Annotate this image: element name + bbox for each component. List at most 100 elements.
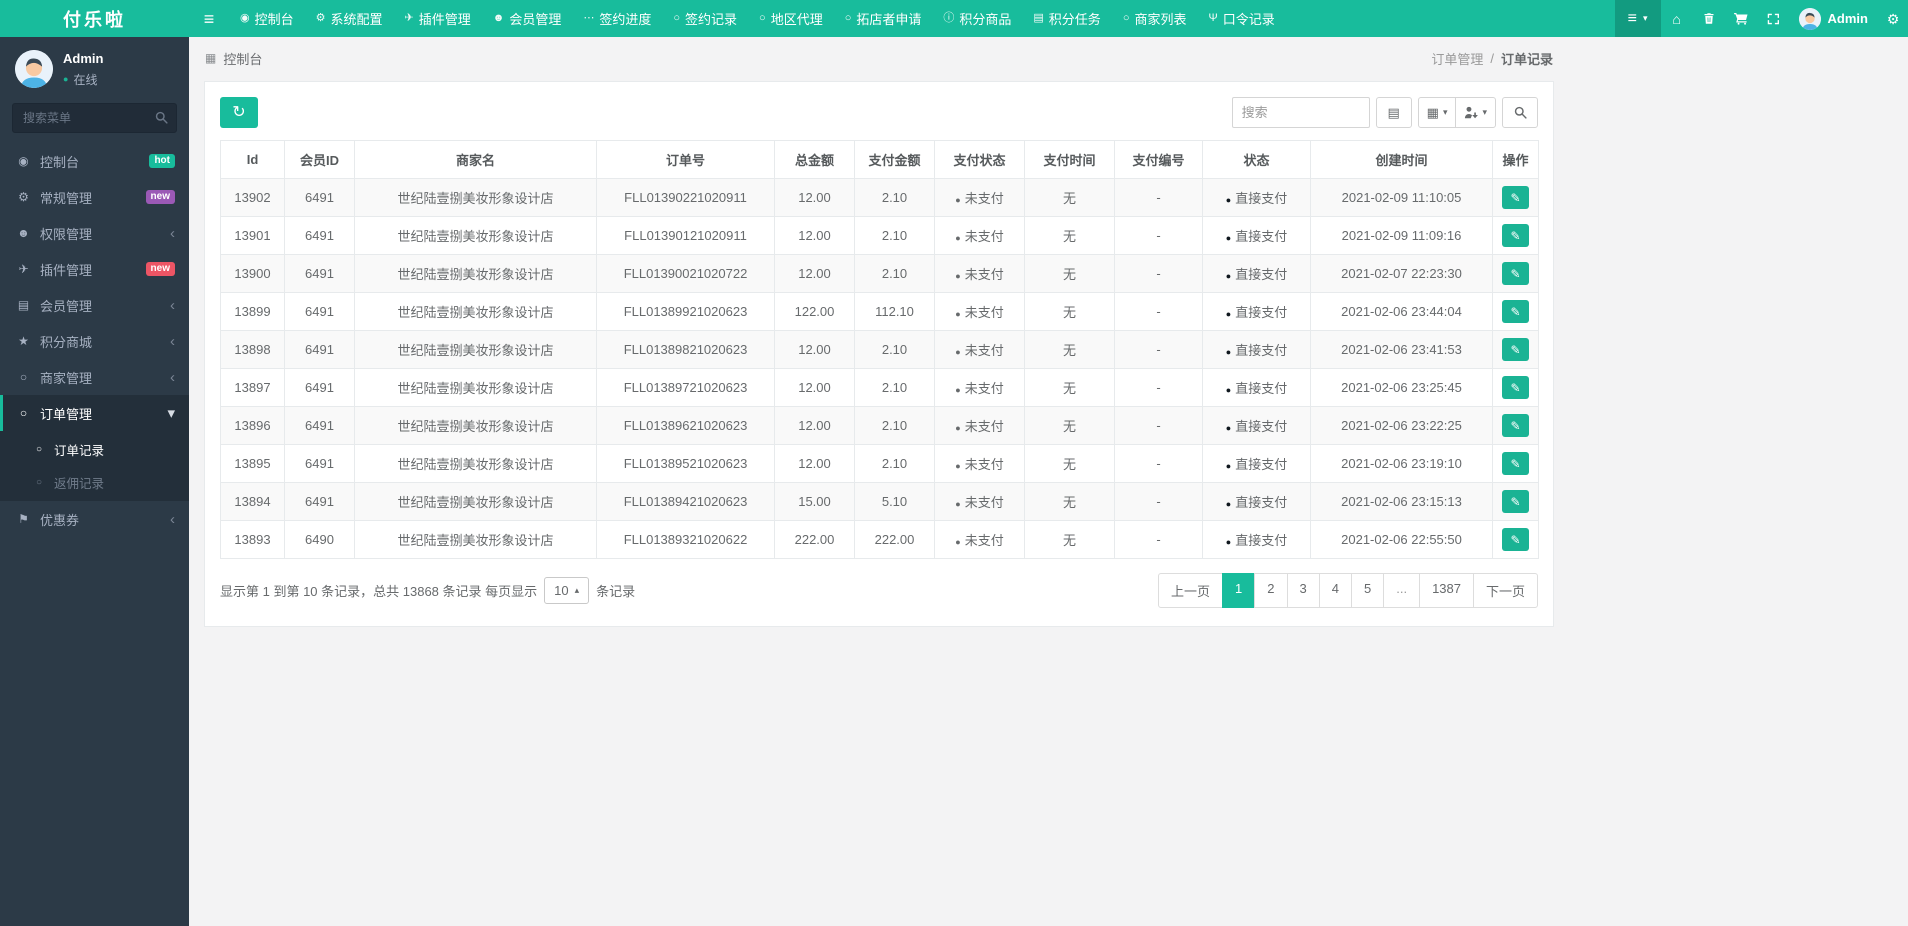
merchant-cell: 世纪陆壹捌美妆形象设计店: [354, 482, 597, 521]
table-row: 13902 6491 世纪陆壹捌美妆形象设计店 FLL01390221020911 12…: [220, 178, 1539, 217]
topnav-item[interactable]: ✈ 插件管理: [394, 0, 482, 37]
page-button[interactable]: 1: [1222, 573, 1256, 608]
toggle-view-button[interactable]: ▤: [1375, 97, 1412, 128]
status-cell: ● 直接支付: [1202, 444, 1311, 483]
table-footer: 显示第 1 到第 10 条记录，总共 13868 条记录 每页显示 10 ▴ 条…: [220, 573, 1538, 608]
page-button[interactable]: 4: [1318, 573, 1352, 608]
orders-table: Id 会员ID 商家名 订单号 总金额 支付金额 支付状态 支付时间 支付编号 状态 创建时间 操作 …: [220, 140, 1539, 559]
toolbar: ↻ ▤ ▦ ▾ ▾: [220, 97, 1538, 128]
home-button[interactable]: ⌂: [1661, 0, 1693, 37]
trash-icon: [1703, 12, 1715, 25]
edit-button[interactable]: ✎: [1502, 528, 1529, 551]
pay-no-cell: -: [1114, 406, 1203, 445]
settings-button[interactable]: ⚙: [1878, 0, 1908, 37]
created-cell: 2021-02-06 23:19:10: [1310, 444, 1493, 483]
topnav-item[interactable]: ○ 拓店者申请: [834, 0, 933, 37]
status-dot-icon: ●: [955, 461, 961, 471]
gear-icon: ⚙: [315, 12, 326, 24]
status-dot-icon: ●: [1225, 347, 1232, 357]
sidebar-item[interactable]: ⚑ 优惠券 ‹: [0, 501, 189, 537]
sidebar-item[interactable]: ☻ 权限管理 ‹: [0, 215, 189, 251]
edit-button[interactable]: ✎: [1502, 338, 1529, 361]
total-cell: 122.00: [774, 292, 855, 331]
summary-suffix: 条记录: [596, 584, 636, 599]
edit-button[interactable]: ✎: [1502, 452, 1529, 475]
member-id-cell: 6491: [284, 178, 355, 217]
edit-button[interactable]: ✎: [1502, 414, 1529, 437]
edit-button[interactable]: ✎: [1502, 224, 1529, 247]
sidebar-item[interactable]: ○ 商家管理 ‹: [0, 359, 189, 395]
topnav-item[interactable]: ▤ 积分任务: [1022, 0, 1111, 37]
pay-status-label: 未支付: [964, 495, 1004, 510]
sidebar-item[interactable]: ○ 订单管理 ▾: [0, 395, 189, 431]
columns-button[interactable]: ▦ ▾: [1417, 97, 1457, 128]
topnav-item[interactable]: ◉ 控制台: [229, 0, 305, 37]
next-page-button[interactable]: 下一页: [1472, 573, 1538, 608]
sidebar-item[interactable]: ★ 积分商城 ‹: [0, 323, 189, 359]
sidebar-search-input[interactable]: [12, 103, 177, 133]
topnav-item[interactable]: ⓘ 积分商品: [932, 0, 1022, 37]
status-dot-icon: ●: [955, 233, 961, 243]
sidebar-item[interactable]: ◉ 控制台 hot: [0, 143, 189, 179]
pay-status-cell: ● 未支付: [934, 444, 1025, 483]
topnav-item[interactable]: ⋯ 签约进度: [572, 0, 662, 37]
profile-status: ● 在线: [63, 71, 103, 88]
status-label: 直接支付: [1235, 267, 1288, 282]
status-dot-icon: ●: [1225, 461, 1232, 471]
topnav-item[interactable]: Ψ 口令记录: [1197, 0, 1285, 37]
cart-button[interactable]: [1725, 0, 1757, 37]
pencil-icon: ✎: [1510, 228, 1521, 243]
sidebar-item-label: 订单管理: [40, 406, 93, 422]
member-id-cell: 6491: [284, 292, 355, 331]
sidebar-subitem[interactable]: ○ 返佣记录: [0, 466, 189, 499]
topnav-item[interactable]: ○ 签约记录: [662, 0, 748, 37]
edit-button[interactable]: ✎: [1502, 490, 1529, 513]
trash-button[interactable]: [1693, 0, 1725, 37]
order-no-cell: FLL01389821020623: [596, 330, 775, 369]
refresh-button[interactable]: ↻: [220, 97, 258, 128]
sidebar-toggle[interactable]: ≡: [189, 0, 229, 37]
action-cell: ✎: [1492, 216, 1539, 255]
breadcrumb-bar: ▦ 控制台 订单管理 / 订单记录: [189, 37, 1569, 79]
action-cell: ✎: [1492, 482, 1539, 521]
page-size-select[interactable]: 10 ▴: [544, 577, 590, 604]
prev-page-button[interactable]: 上一页: [1158, 573, 1224, 608]
order-no-cell: FLL01389921020623: [596, 292, 775, 331]
edit-button[interactable]: ✎: [1502, 262, 1529, 285]
sidebar-subitem[interactable]: ○ 订单记录: [0, 433, 189, 466]
page-button[interactable]: 3: [1286, 573, 1320, 608]
table-search-input[interactable]: [1231, 97, 1370, 128]
circle-icon: ○: [19, 370, 28, 384]
breadcrumb-item[interactable]: 订单管理: [1431, 49, 1483, 68]
pay-status-cell: ● 未支付: [934, 368, 1025, 407]
sidebar-item[interactable]: ▤ 会员管理 ‹: [0, 287, 189, 323]
status-label: 直接支付: [1235, 457, 1288, 472]
page-button[interactable]: 5: [1350, 573, 1385, 608]
table-search: [1231, 97, 1370, 128]
sidebar-item[interactable]: ⚙ 常规管理 new: [0, 179, 189, 215]
search-button[interactable]: [1502, 97, 1538, 128]
edit-button[interactable]: ✎: [1502, 376, 1529, 399]
nav-menu-dropdown-button[interactable]: ≡ ▾: [1614, 0, 1661, 37]
topnav-item[interactable]: ☻ 会员管理: [482, 0, 573, 37]
created-cell: 2021-02-06 23:15:13: [1310, 482, 1493, 521]
topnav-item[interactable]: ○ 商家列表: [1112, 0, 1198, 37]
export-button[interactable]: ▾: [1455, 97, 1496, 128]
pay-time-cell: 无: [1024, 216, 1115, 255]
status-dot-icon: ●: [955, 385, 961, 395]
edit-button[interactable]: ✎: [1502, 300, 1529, 323]
user-menu[interactable]: Admin: [1789, 0, 1878, 37]
sidebar-item[interactable]: ✈ 插件管理 new: [0, 251, 189, 287]
paid-amount-cell: 112.10: [854, 292, 935, 331]
created-cell: 2021-02-07 22:23:30: [1310, 254, 1493, 293]
expand-button[interactable]: [1757, 0, 1789, 37]
total-cell: 12.00: [774, 178, 855, 217]
pay-status-cell: ● 未支付: [934, 178, 1025, 217]
page-button[interactable]: 1387: [1419, 573, 1474, 608]
page-button[interactable]: 2: [1254, 573, 1288, 608]
status-dot-icon: ●: [1225, 233, 1232, 243]
edit-button[interactable]: ✎: [1502, 186, 1529, 209]
topnav-item[interactable]: ○ 地区代理: [748, 0, 834, 37]
topnav-item[interactable]: ⚙ 系统配置: [305, 0, 394, 37]
topnav-item-label: 积分任务: [1048, 12, 1101, 27]
